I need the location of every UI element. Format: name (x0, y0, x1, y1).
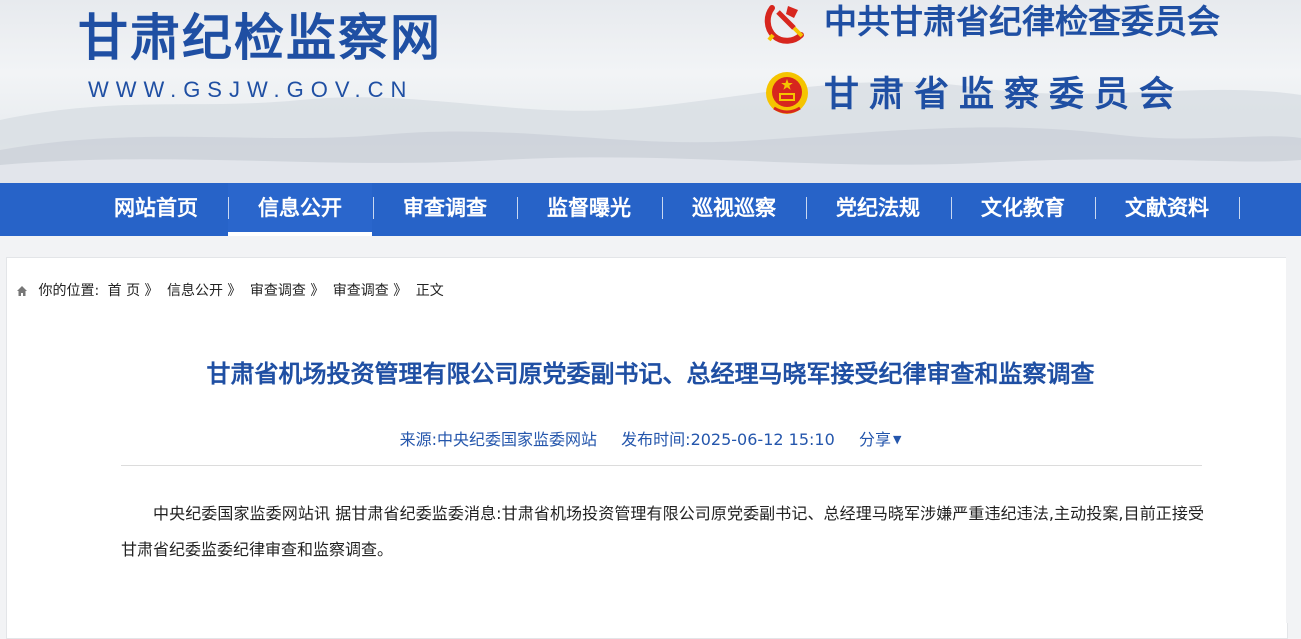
nav-separator (517, 197, 518, 219)
nav-separator (1095, 197, 1096, 219)
nav-separator (662, 197, 663, 219)
nav-home[interactable]: 网站首页 (84, 183, 228, 236)
nav-info-disclosure[interactable]: 信息公开 (228, 183, 372, 236)
breadcrumb-prefix: 你的位置: (38, 283, 100, 299)
share-label: 分享 (858, 430, 891, 449)
breadcrumb-link-info-disclosure[interactable]: 信息公开 》 (167, 283, 241, 299)
nav-separator (1239, 197, 1240, 219)
breadcrumb: 你的位置: 首 页 》 信息公开 》 审查调查 》 审查调查 》 正文 (16, 281, 448, 301)
home-icon[interactable] (16, 283, 30, 303)
nav-review-investigation[interactable]: 审查调查 (373, 183, 517, 236)
site-url: WWW.GSJW.GOV.CN (88, 77, 414, 102)
article-publish-time: 发布时间:2025-06-12 15:10 (621, 430, 835, 449)
nav-inspection-tour[interactable]: 巡视巡察 (662, 183, 806, 236)
share-button[interactable]: 分享 ▼ (859, 430, 901, 449)
article-source: 来源:中央纪委国家监委网站 (399, 430, 597, 449)
caret-down-icon: ▼ (892, 433, 902, 446)
org-supervision-name: 甘肃省监察委员会 (824, 75, 1185, 115)
national-emblem-icon (766, 72, 808, 114)
nav-separator (373, 197, 374, 219)
nav-supervision-exposure[interactable]: 监督曝光 (517, 183, 661, 236)
nav-party-regulations[interactable]: 党纪法规 (806, 183, 950, 236)
party-emblem-icon (764, 5, 804, 44)
org-party-name: 中共甘肃省纪律检查委员会 (824, 2, 1220, 41)
site-title[interactable]: 甘肃纪检监察网 (78, 6, 442, 70)
breadcrumb-link-home[interactable]: 首 页 》 (108, 283, 159, 299)
article-title: 甘肃省机场投资管理有限公司原党委副书记、总经理马晓军接受纪律审查和监察调查 (206, 360, 1095, 388)
breadcrumb-link-review-investigation[interactable]: 审查调查 》 (250, 283, 324, 299)
breadcrumb-link-review-investigation-sub[interactable]: 审查调查 》 (333, 283, 407, 299)
nav-separator (806, 197, 807, 219)
breadcrumb-current: 正文 (415, 283, 444, 299)
nav-separator (951, 197, 952, 219)
title-divider (121, 465, 1202, 466)
nav-culture-education[interactable]: 文化教育 (951, 183, 1095, 236)
site-header: 甘肃纪检监察网 WWW.GSJW.GOV.CN 中共甘肃省纪律检查委员会 甘肃省… (0, 0, 1301, 183)
article-meta: 来源:中央纪委国家监委网站 发布时间:2025-06-12 15:10 分享 ▼ (0, 428, 1301, 452)
nav-separator (228, 197, 229, 219)
article-body: 中央纪委国家监委网站讯 据甘肃省纪委监委消息:甘肃省机场投资管理有限公司原党委副… (121, 504, 1204, 559)
nav-documents[interactable]: 文献资料 (1095, 183, 1239, 236)
